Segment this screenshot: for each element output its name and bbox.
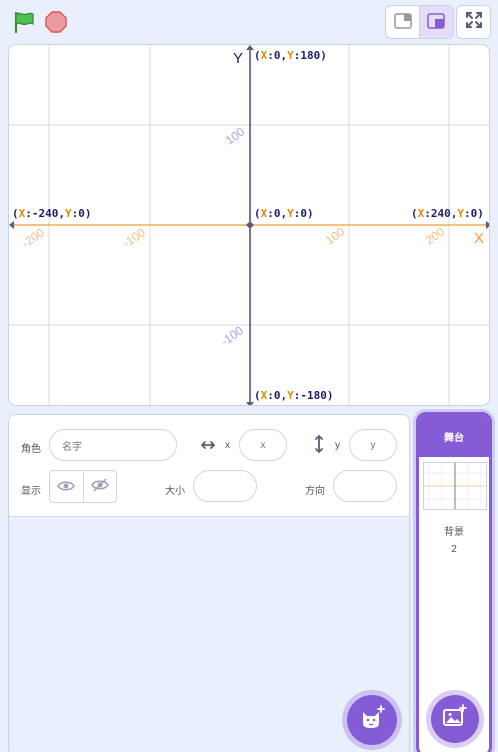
coord-center-label: (X:0,Y:0): [254, 207, 314, 220]
y-axis-arrow-bottom: [246, 402, 254, 405]
sprite-pane: 角色 名字 x x y y 显示 大小 方向: [8, 414, 410, 752]
y-axis-label: Y: [233, 50, 244, 67]
backdrops-count: 2: [451, 544, 457, 555]
y-arrows-icon: [312, 434, 326, 458]
x-arrows-icon: [200, 437, 216, 456]
large-stage-icon: [427, 13, 446, 33]
coord-left-label: (X:-240,Y:0): [12, 207, 92, 220]
eye-slash-icon: [90, 477, 109, 496]
hide-button[interactable]: [84, 471, 117, 502]
sprite-name-placeholder: 名字: [62, 441, 82, 453]
add-sprite-button[interactable]: [347, 695, 397, 745]
size-label: 大小: [165, 486, 185, 497]
small-stage-icon: [393, 13, 412, 33]
stage-thumbnail[interactable]: [423, 462, 487, 510]
y-input[interactable]: y: [349, 429, 397, 461]
size-input[interactable]: [193, 470, 257, 502]
origin-marker: [246, 221, 254, 229]
x-label: x: [225, 440, 230, 451]
x-input[interactable]: x: [239, 429, 287, 461]
sprite-label: 角色: [21, 444, 41, 455]
y-placeholder: y: [370, 439, 376, 451]
cat-plus-icon: [359, 705, 385, 735]
coord-top-label: (X:0,Y:180): [254, 49, 327, 62]
stop-icon[interactable]: [44, 10, 68, 34]
add-backdrop-button[interactable]: [431, 695, 479, 743]
small-stage-button[interactable]: [386, 6, 419, 38]
fullscreen-button[interactable]: [456, 5, 491, 39]
y-label: y: [335, 440, 340, 451]
stage-canvas[interactable]: Y X (X:0,Y:180) (X:0,Y:-180) (X:-240,Y:0…: [8, 44, 490, 406]
image-plus-icon: [442, 704, 468, 734]
stage-selector[interactable]: 舞台 背景 2: [416, 412, 492, 752]
coord-bottom-label: (X:0,Y:-180): [254, 389, 334, 402]
direction-label: 方向: [305, 486, 325, 497]
eye-icon: [57, 477, 76, 496]
stage-toolbar: [0, 0, 498, 44]
backdrops-label: 背景: [444, 527, 464, 538]
show-label: 显示: [21, 486, 41, 497]
stage-header: 舞台: [419, 415, 489, 457]
large-stage-button[interactable]: [419, 6, 453, 38]
sprite-name-input[interactable]: 名字: [49, 429, 177, 461]
coordinate-grid: [9, 45, 489, 405]
visibility-toggle: [49, 470, 117, 503]
x-axis-arrow-left: [9, 221, 14, 229]
x-axis-arrow-right: [486, 221, 489, 229]
fullscreen-icon: [465, 11, 483, 33]
green-flag-icon[interactable]: [12, 10, 36, 34]
x-placeholder: x: [260, 439, 266, 451]
stage-size-toggle: [385, 5, 454, 39]
x-axis-label: X: [474, 230, 485, 247]
show-button[interactable]: [50, 471, 83, 502]
y-axis-arrow-top: [246, 45, 254, 50]
direction-input[interactable]: [333, 470, 397, 502]
sprite-info: 角色 名字 x x y y 显示 大小 方向: [9, 415, 409, 517]
coord-right-label: (X:240,Y:0): [411, 207, 484, 220]
